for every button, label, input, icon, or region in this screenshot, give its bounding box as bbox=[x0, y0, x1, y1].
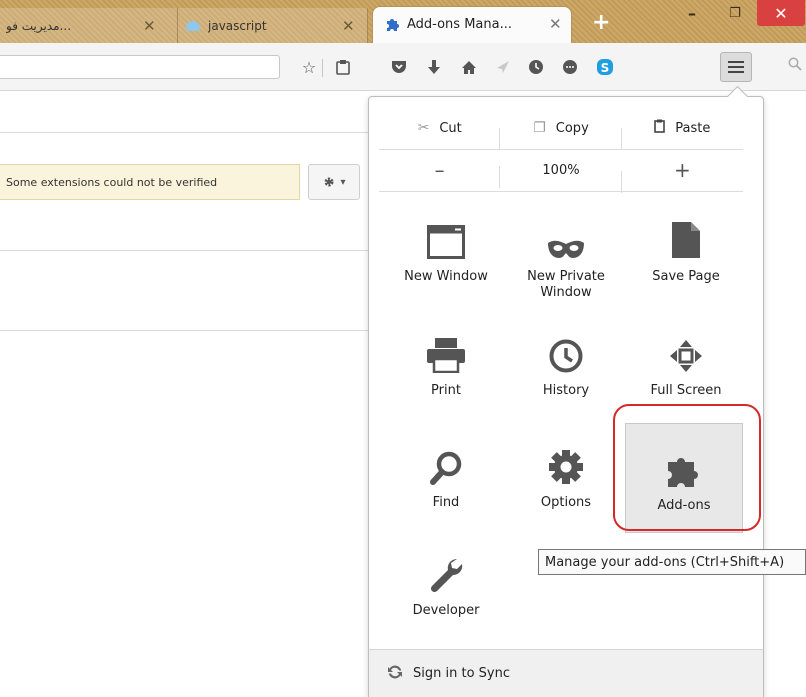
tab-persian[interactable]: ...مدیریت فو ✕ bbox=[0, 8, 178, 43]
tab-label: javascript bbox=[208, 18, 267, 33]
tab-close-icon[interactable]: ✕ bbox=[143, 17, 156, 35]
tooltip-text: Manage your add-ons (Ctrl+Shift+A) bbox=[545, 554, 785, 570]
sync-label: Sign in to Sync bbox=[413, 666, 510, 681]
addons-highlight-annotation bbox=[613, 404, 761, 531]
zoom-reset-button[interactable]: 100% bbox=[500, 162, 622, 193]
zoom-controls: – 100% + bbox=[379, 151, 743, 193]
zoom-level: 100% bbox=[542, 162, 580, 178]
history-button[interactable]: History bbox=[507, 309, 625, 419]
tab-label: ...مدیریت فو bbox=[6, 18, 72, 33]
gear-icon bbox=[324, 177, 334, 187]
zoom-out-button[interactable]: – bbox=[379, 158, 501, 188]
developer-button[interactable]: Developer bbox=[387, 529, 505, 639]
new-window-button[interactable]: New Window bbox=[387, 195, 505, 305]
item-label: History bbox=[542, 383, 590, 398]
cut-label: Cut bbox=[439, 120, 462, 136]
item-label: Full Screen bbox=[650, 383, 722, 398]
save-page-button[interactable]: Save Page bbox=[627, 195, 745, 305]
printer-icon bbox=[426, 327, 466, 373]
puzzle-favicon-icon bbox=[385, 17, 401, 33]
plus-icon: + bbox=[673, 158, 691, 182]
window-icon bbox=[427, 213, 465, 259]
tab-javascript[interactable]: javascript ✕ bbox=[178, 8, 368, 43]
maximize-button[interactable]: ❐ bbox=[720, 0, 750, 26]
home-icon[interactable] bbox=[456, 53, 482, 81]
open-menu-button[interactable] bbox=[720, 52, 752, 82]
tab-close-icon[interactable]: ✕ bbox=[549, 15, 562, 33]
magnifier-icon bbox=[430, 439, 462, 485]
full-screen-button[interactable]: Full Screen bbox=[627, 309, 745, 419]
paste-label: Paste bbox=[675, 120, 711, 136]
menu-icon-bar bbox=[728, 71, 744, 73]
print-button[interactable]: Print bbox=[387, 309, 505, 419]
url-bar[interactable] bbox=[0, 55, 280, 79]
find-button[interactable]: Find bbox=[387, 421, 505, 531]
divider bbox=[379, 191, 743, 192]
skype-icon[interactable]: S bbox=[592, 53, 618, 81]
pocket-icon[interactable] bbox=[386, 53, 412, 81]
fullscreen-icon bbox=[669, 327, 703, 373]
zoom-in-button[interactable]: + bbox=[622, 158, 743, 182]
toolbar-separator bbox=[322, 59, 323, 77]
sign-in-to-sync-button[interactable]: Sign in to Sync bbox=[368, 649, 764, 697]
menu-icon-bar bbox=[728, 61, 744, 63]
copy-icon: ❐ bbox=[533, 120, 546, 136]
menu-icon-bar bbox=[728, 66, 744, 68]
item-label: Find bbox=[432, 495, 460, 510]
edit-controls: ✂ Cut ❐ Copy Paste bbox=[379, 109, 743, 150]
tools-gear-button[interactable]: ▾ bbox=[308, 164, 360, 200]
navigation-toolbar: ☆ S bbox=[0, 43, 806, 91]
new-private-window-button[interactable]: New Private Window bbox=[507, 195, 625, 305]
divider bbox=[379, 149, 743, 150]
mask-icon bbox=[546, 213, 586, 259]
tab-close-icon[interactable]: ✕ bbox=[342, 17, 355, 35]
chat-icon[interactable] bbox=[557, 53, 583, 81]
copy-label: Copy bbox=[555, 120, 589, 136]
item-label: Print bbox=[431, 383, 461, 398]
gear-icon bbox=[548, 439, 584, 485]
item-label: New Window bbox=[404, 269, 488, 284]
svg-text:S: S bbox=[601, 61, 610, 75]
clock-icon bbox=[549, 327, 583, 373]
wrench-icon bbox=[429, 547, 463, 593]
item-label: Developer bbox=[412, 603, 480, 618]
downloads-icon[interactable] bbox=[421, 53, 447, 81]
unverified-extensions-notice: Some extensions could not be verified bbox=[0, 164, 300, 200]
scissors-icon: ✂ bbox=[417, 120, 430, 136]
page-divider bbox=[0, 132, 368, 133]
notice-text: Some extensions could not be verified bbox=[6, 175, 218, 189]
cut-button[interactable]: ✂ Cut bbox=[379, 120, 501, 150]
tab-label: Add-ons Mana... bbox=[407, 17, 512, 32]
tab-addons-manager[interactable]: Add-ons Mana... ✕ bbox=[372, 6, 572, 43]
search-icon[interactable] bbox=[788, 57, 802, 75]
item-label: Save Page bbox=[652, 269, 720, 284]
page-divider bbox=[0, 330, 368, 331]
minus-icon: – bbox=[434, 158, 445, 182]
copy-button[interactable]: ❐ Copy bbox=[500, 120, 622, 150]
favicon-icon bbox=[186, 20, 200, 31]
close-window-button[interactable]: ✕ bbox=[757, 0, 805, 26]
page-icon bbox=[671, 213, 701, 259]
page-divider bbox=[0, 250, 368, 251]
sync-icon bbox=[387, 664, 403, 684]
clipboard-icon bbox=[654, 119, 666, 137]
reading-list-icon[interactable] bbox=[330, 53, 356, 81]
tab-strip: ...مدیریت فو ✕ javascript ✕ Add-ons Mana… bbox=[0, 0, 806, 43]
item-label: New Private Window bbox=[527, 269, 605, 300]
chevron-down-icon: ▾ bbox=[340, 176, 346, 188]
main-menu-panel: ✂ Cut ❐ Copy Paste – 100% + New Window N… bbox=[368, 96, 764, 697]
paste-button[interactable]: Paste bbox=[622, 119, 743, 137]
send-icon[interactable] bbox=[490, 53, 516, 81]
item-label: Options bbox=[540, 495, 592, 510]
bookmark-star-icon[interactable]: ☆ bbox=[296, 53, 322, 81]
addons-tooltip: Manage your add-ons (Ctrl+Shift+A) bbox=[538, 549, 806, 575]
options-button[interactable]: Options bbox=[507, 421, 625, 531]
new-tab-button[interactable]: + bbox=[592, 10, 610, 35]
minimize-button[interactable]: – bbox=[674, 0, 710, 26]
history-badge-icon[interactable] bbox=[523, 53, 549, 81]
